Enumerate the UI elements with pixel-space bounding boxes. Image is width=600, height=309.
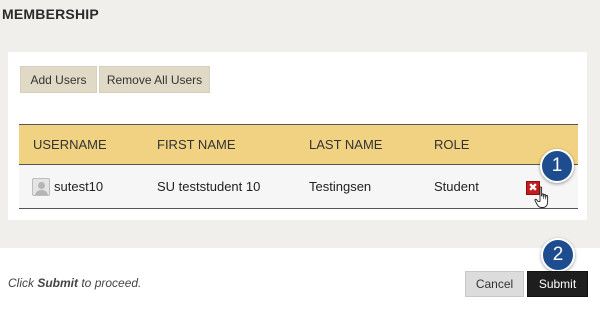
membership-panel: Add Users Remove All Users USERNAME FIRS… [8,52,587,220]
username-cell: sutest10 [54,179,104,194]
header-role: ROLE [434,137,470,152]
hint-suffix: to proceed. [78,276,142,290]
hint-bold: Submit [37,276,79,290]
membership-section: MEMBERSHIP Add Users Remove All Users US… [0,0,600,248]
hint-prefix: Click [8,276,38,290]
role-cell: Student [434,179,479,194]
header-username: USERNAME [33,137,107,152]
instruction-text: Click Submit to proceed. [8,276,141,290]
hand-cursor-icon [534,186,549,208]
callout-step-2: 2 [541,238,575,272]
table-header-row: USERNAME FIRST NAME LAST NAME ROLE [19,124,578,165]
members-table: USERNAME FIRST NAME LAST NAME ROLE sutes… [19,124,578,209]
header-last-name: LAST NAME [309,137,383,152]
last-name-cell: Testingsen [309,179,372,194]
avatar [32,178,50,196]
section-title: MEMBERSHIP [2,6,99,22]
table-row: sutest10 SU teststudent 10 Testingsen St… [19,165,578,209]
submit-button[interactable]: Submit [527,271,588,297]
header-first-name: FIRST NAME [157,137,236,152]
remove-all-users-button[interactable]: Remove All Users [99,66,210,93]
add-users-button[interactable]: Add Users [20,66,97,93]
callout-step-1: 1 [540,149,574,183]
cancel-button[interactable]: Cancel [465,271,524,297]
first-name-cell: SU teststudent 10 [157,179,261,194]
